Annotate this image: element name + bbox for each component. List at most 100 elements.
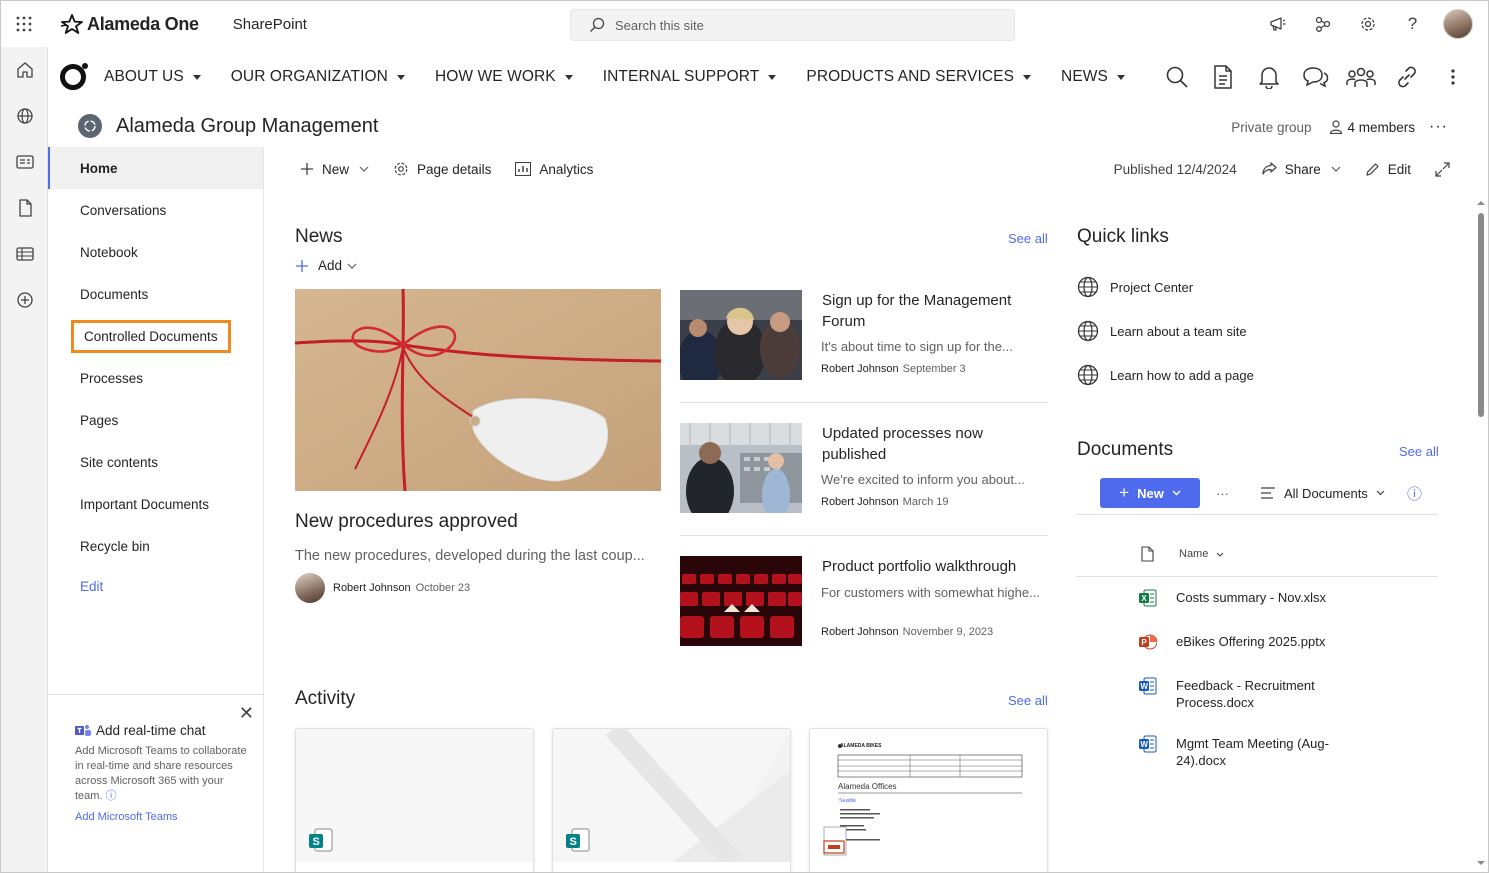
nav-item-pages[interactable]: Pages <box>48 399 263 441</box>
name-column-header[interactable]: Name <box>1179 548 1224 560</box>
documents-more-icon[interactable]: ··· <box>1216 478 1229 508</box>
help-icon[interactable]: ? <box>1390 1 1435 47</box>
chevron-down-icon <box>1331 166 1341 172</box>
hub-nav-products-and-services[interactable]: PRODUCTS AND SERVICES <box>806 68 1032 86</box>
members-button[interactable]: 4 members <box>1329 120 1415 135</box>
close-icon[interactable]: ✕ <box>239 703 254 724</box>
info-icon[interactable]: ⓘ <box>106 790 117 802</box>
news-add-button[interactable]: Add <box>295 258 357 273</box>
expand-icon[interactable] <box>1435 161 1458 177</box>
nav-item-important-documents[interactable]: Important Documents <box>48 483 263 525</box>
site-title[interactable]: Alameda Group Management <box>116 115 378 138</box>
sharepoint-file-icon: S <box>309 828 333 852</box>
chat-icon[interactable] <box>1292 53 1338 101</box>
file-icon[interactable] <box>1 185 48 231</box>
org-brand[interactable]: Alameda One <box>61 14 199 35</box>
chevron-down-icon <box>768 74 777 80</box>
news-item[interactable]: Updated processes now published We're ex… <box>680 423 1048 541</box>
people-icon[interactable] <box>1338 53 1384 101</box>
document-row[interactable]: X Costs summary - Nov.xlsx <box>1139 589 1366 607</box>
analytics-icon <box>515 162 532 176</box>
scrollbar-thumb[interactable] <box>1478 213 1484 417</box>
megaphone-icon[interactable] <box>1255 1 1300 47</box>
news-item-byline: Robert Johnson September 3 <box>821 363 966 375</box>
page-scrollbar[interactable] <box>1476 199 1486 869</box>
news-icon[interactable] <box>1 139 48 185</box>
nav-item-recycle-bin[interactable]: Recycle bin <box>48 525 263 567</box>
share-button[interactable]: Share <box>1261 162 1341 177</box>
page-details-button[interactable]: Page details <box>393 161 491 177</box>
command-bar: New Page details Analytics Published 12/… <box>264 147 1488 191</box>
powerpoint-file-icon: P <box>1139 634 1157 650</box>
app-launcher-icon[interactable] <box>1 1 47 47</box>
create-icon[interactable] <box>1 277 48 323</box>
link-icon[interactable] <box>1384 53 1430 101</box>
activity-see-all-link[interactable]: See all <box>1008 693 1048 708</box>
nav-item-home[interactable]: Home <box>48 147 263 189</box>
activity-card[interactable]: ALAMEDA BIKES Alameda Offices Seattle <box>809 728 1048 872</box>
hub-nav-about-us[interactable]: ABOUT US <box>104 68 201 86</box>
view-selector[interactable]: All Documents <box>1260 478 1385 508</box>
nav-item-processes[interactable]: Processes <box>48 357 263 399</box>
quick-link-add-page[interactable]: Learn how to add a page <box>1077 364 1254 386</box>
account-button[interactable] <box>1435 1 1480 47</box>
globe-icon[interactable] <box>1 93 48 139</box>
site-logo[interactable] <box>78 114 102 138</box>
doc-preview-heading: Alameda Offices <box>838 782 897 791</box>
news-item[interactable]: Product portfolio walkthrough For custom… <box>680 556 1048 674</box>
hub-nav-how-we-work[interactable]: HOW WE WORK <box>435 68 573 86</box>
quick-link-project-center[interactable]: Project Center <box>1077 276 1193 298</box>
hub-nav-internal-support[interactable]: INTERNAL SUPPORT <box>603 68 777 86</box>
hero-news-title[interactable]: New procedures approved <box>295 511 518 533</box>
hub-nav-our-organization[interactable]: OUR ORGANIZATION <box>231 68 405 86</box>
news-thumbnail <box>680 556 802 646</box>
more-icon[interactable] <box>1430 53 1476 101</box>
share-network-icon[interactable] <box>1300 1 1345 47</box>
site-more-icon[interactable]: ··· <box>1429 118 1448 136</box>
nav-item-site-contents[interactable]: Site contents <box>48 441 263 483</box>
hero-news-image[interactable] <box>295 289 661 491</box>
new-button[interactable]: New <box>300 162 369 177</box>
news-item[interactable]: Sign up for the Management Forum It's ab… <box>680 290 1048 408</box>
document-icon[interactable] <box>1200 53 1246 101</box>
activity-card[interactable]: S <box>295 728 534 872</box>
news-item-title: Updated processes now published <box>822 425 983 463</box>
home-icon[interactable] <box>1 47 48 93</box>
nav-item-controlled-documents[interactable]: Controlled Documents <box>48 315 263 357</box>
documents-new-button[interactable]: + New <box>1100 478 1200 508</box>
list-icon[interactable] <box>1 231 48 277</box>
analytics-button[interactable]: Analytics <box>515 162 593 177</box>
globe-icon <box>1077 320 1099 342</box>
sharepoint-file-icon: S <box>566 828 590 852</box>
chat-panel-title: Add real-time chat <box>96 723 206 738</box>
nav-item-conversations[interactable]: Conversations <box>48 189 263 231</box>
news-item-byline: Robert Johnson November 9, 2023 <box>821 626 994 638</box>
share-icon <box>1262 162 1277 175</box>
hero-news-description: The new procedures, developed during the… <box>295 548 645 564</box>
news-see-all-link[interactable]: See all <box>1008 231 1048 246</box>
settings-icon[interactable] <box>1345 1 1390 47</box>
bell-icon[interactable] <box>1246 53 1292 101</box>
nav-item-documents[interactable]: Documents <box>48 273 263 315</box>
nav-edit-link[interactable]: Edit <box>48 567 263 605</box>
hub-logo[interactable] <box>60 63 88 90</box>
document-row[interactable]: W Feedback - Recruitment Process.docx <box>1139 677 1366 711</box>
activity-card[interactable]: S <box>552 728 791 872</box>
search-box[interactable]: Search this site <box>570 9 1015 41</box>
news-item-description: It's about time to sign up for the... <box>821 339 1013 354</box>
excel-file-icon: X <box>1139 589 1157 607</box>
add-teams-link[interactable]: Add Microsoft Teams <box>75 811 250 823</box>
gear-icon <box>394 162 408 176</box>
search-icon[interactable] <box>1154 53 1200 101</box>
document-row[interactable]: W Mgmt Team Meeting (Aug-24).docx <box>1139 735 1366 769</box>
hub-nav-news[interactable]: NEWS <box>1061 68 1125 86</box>
documents-see-all-link[interactable]: See all <box>1399 444 1439 459</box>
nav-item-notebook[interactable]: Notebook <box>48 231 263 273</box>
brand-name: Alameda One <box>87 13 199 34</box>
app-name[interactable]: SharePoint <box>233 16 307 33</box>
document-row[interactable]: P eBikes Offering 2025.pptx <box>1139 633 1366 651</box>
info-icon[interactable]: ⓘ <box>1407 478 1422 508</box>
edit-button[interactable]: Edit <box>1365 162 1411 177</box>
chevron-down-icon <box>1023 74 1032 80</box>
quick-link-team-site[interactable]: Learn about a team site <box>1077 320 1247 342</box>
